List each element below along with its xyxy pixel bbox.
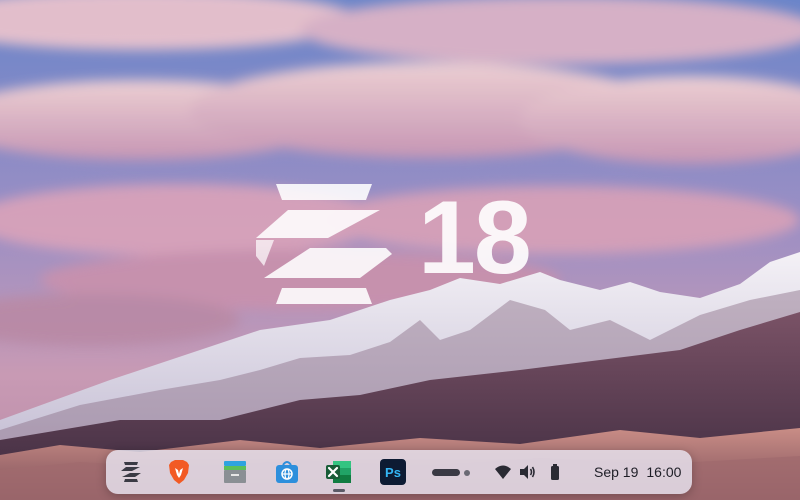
files-button[interactable] — [220, 457, 250, 487]
software-store-icon — [276, 461, 298, 483]
battery-icon[interactable] — [546, 463, 564, 481]
zorin-menu-button[interactable] — [116, 457, 146, 487]
files-icon — [224, 461, 246, 483]
wifi-icon[interactable] — [494, 463, 512, 481]
workspace-switcher[interactable] — [432, 469, 472, 477]
os-logo: 18 — [248, 178, 548, 318]
taskbar: Ps Sep 19 16:00 — [106, 450, 692, 494]
version-number: 18 — [418, 180, 532, 296]
clock[interactable]: Sep 19 16:00 — [594, 464, 689, 480]
photoshop-button[interactable]: Ps — [378, 457, 408, 487]
volume-icon[interactable] — [518, 463, 536, 481]
clock-date: Sep 19 — [594, 464, 639, 480]
photoshop-label: Ps — [385, 465, 401, 480]
workspace-2[interactable] — [464, 470, 470, 476]
running-indicator — [333, 489, 345, 492]
software-store-button[interactable] — [272, 457, 302, 487]
zorin-menu-icon — [121, 462, 141, 482]
clock-time: 16:00 — [646, 464, 682, 480]
workspace-1[interactable] — [432, 469, 460, 476]
brave-lion-icon — [169, 460, 189, 484]
zorin-logo-icon — [256, 184, 392, 304]
excel-icon — [326, 461, 351, 483]
photoshop-icon: Ps — [380, 459, 406, 485]
brave-browser-button[interactable] — [164, 457, 194, 487]
excel-button[interactable] — [324, 457, 354, 492]
